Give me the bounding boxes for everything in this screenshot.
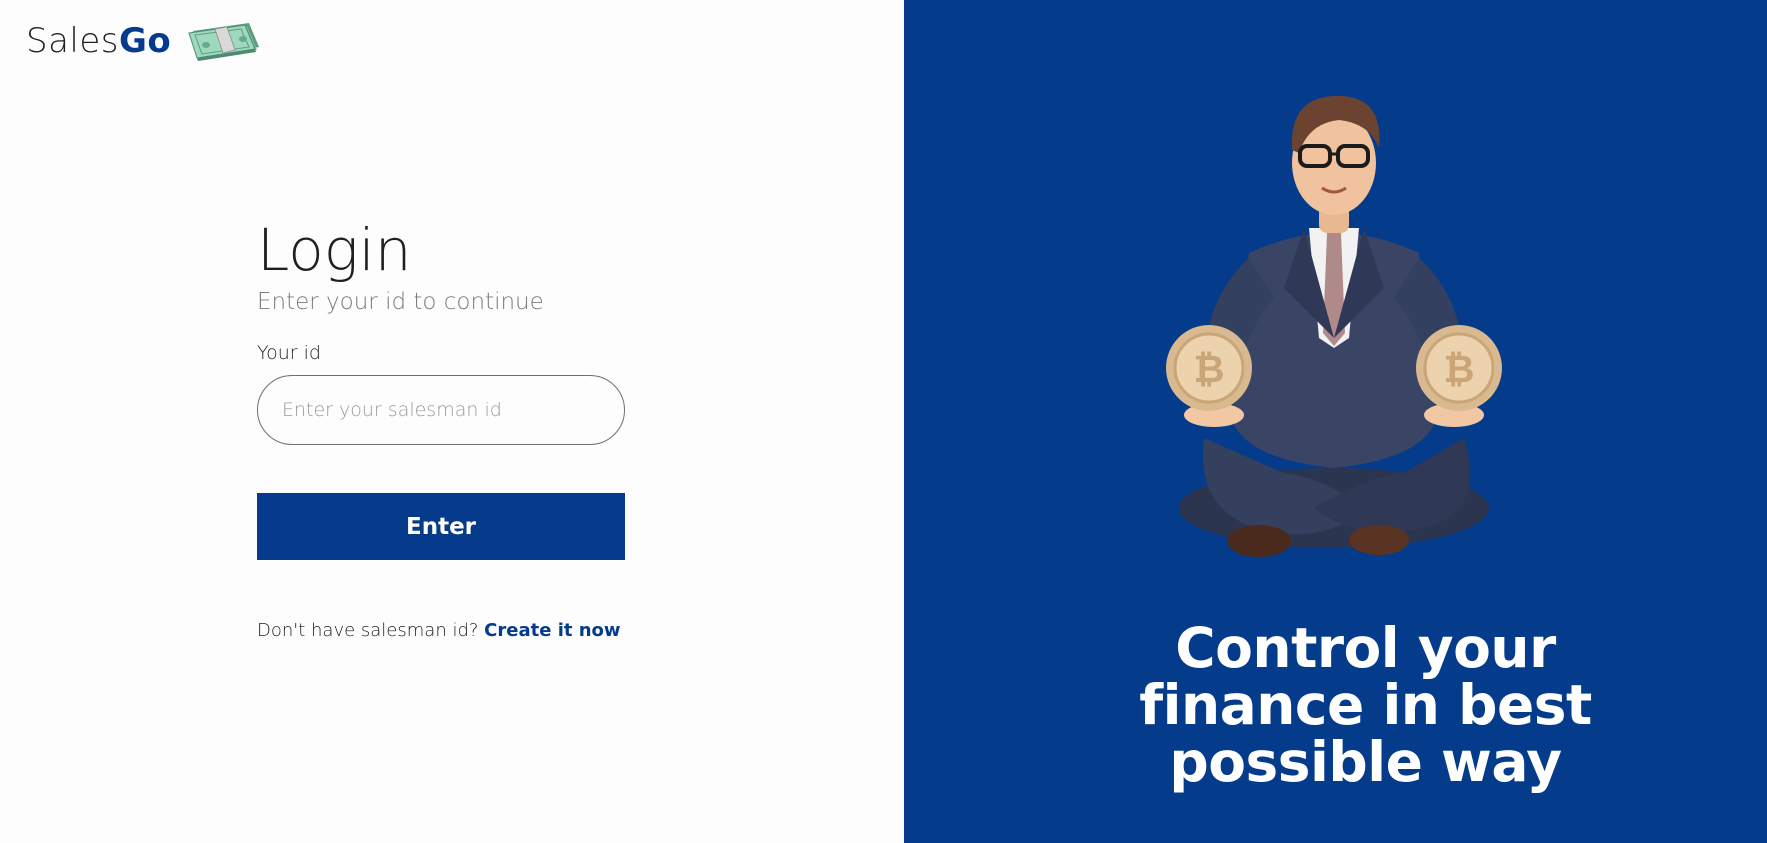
enter-button[interactable]: Enter bbox=[257, 493, 625, 560]
brand-logo[interactable]: SalesGo bbox=[26, 18, 263, 64]
tagline-line-2: finance in best bbox=[1139, 673, 1592, 737]
page-subtitle: Enter your id to continue bbox=[257, 289, 544, 315]
page-title: Login bbox=[257, 216, 412, 284]
brand-name-prefix: Sales bbox=[26, 21, 119, 61]
id-field-label: Your id bbox=[257, 342, 321, 364]
create-id-link[interactable]: Create it now bbox=[484, 620, 620, 641]
brand-name-suffix: Go bbox=[119, 21, 172, 61]
salesman-id-input[interactable] bbox=[257, 375, 625, 445]
tagline-line-1: Control your bbox=[1175, 616, 1556, 680]
tagline-line-3: possible way bbox=[1169, 730, 1562, 794]
money-stack-icon bbox=[188, 23, 260, 61]
signup-prompt-text: Don't have salesman id? bbox=[257, 620, 479, 641]
login-panel: SalesGo Login Enter your id to continue bbox=[0, 0, 904, 843]
promo-panel: ₿ ₿ Control your finance in best possibl… bbox=[904, 0, 1767, 843]
brand-name: SalesGo bbox=[26, 21, 171, 61]
svg-text:₿: ₿ bbox=[1444, 347, 1475, 391]
meditating-businessman-illustration: ₿ ₿ bbox=[1166, 95, 1502, 557]
signup-prompt: Don't have salesman id? Create it now bbox=[257, 620, 625, 641]
login-form: Login Enter your id to continue Your id … bbox=[257, 214, 625, 641]
promo-tagline: Control your finance in best possible wa… bbox=[904, 620, 1767, 791]
login-page: SalesGo Login Enter your id to continue bbox=[0, 0, 1767, 843]
svg-text:₿: ₿ bbox=[1194, 347, 1225, 391]
